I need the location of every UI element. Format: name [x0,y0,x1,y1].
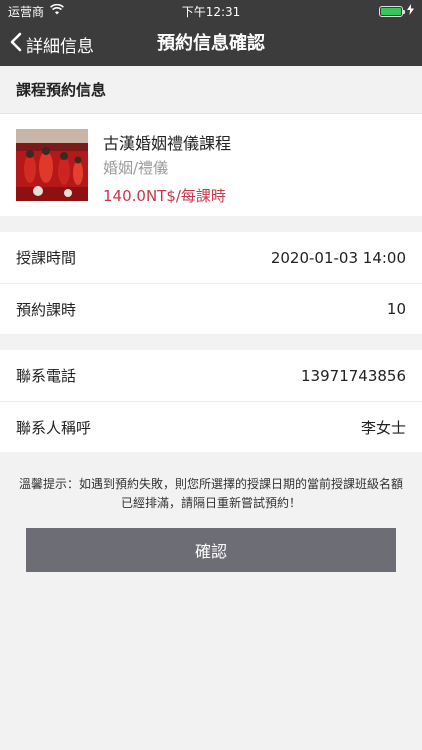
back-label: 詳細信息 [26,36,94,57]
contact-name-value: 李女士 [360,418,406,437]
battery-icon [379,5,405,17]
course-image [16,129,88,201]
carrier-label: 运营商 [8,4,45,19]
class-time-row: 授課時間 2020-01-03 14:00 [0,232,422,283]
phone-row: 聯系電話 13971743856 [0,350,422,401]
nav-bar: 詳細信息 預約信息確認 [0,22,422,66]
back-button[interactable]: 詳細信息 [10,22,94,66]
confirm-button[interactable]: 確認 [26,528,396,572]
phone-value: 13971743856 [301,366,406,385]
wifi-icon [50,3,64,18]
screen: 运营商 下午12:31 詳細信息 預約信息確認 課程預約信息 古漢婚姻禮儀課程 … [0,0,422,750]
section-title: 課程預約信息 [0,66,422,114]
course-category: 婚姻/禮儀 [103,159,169,177]
course-price: 140.0NT$/每課時 [103,187,226,205]
chevron-left-icon [10,32,22,57]
course-card[interactable]: 古漢婚姻禮儀課程 婚姻/禮儀 140.0NT$/每課時 [0,114,422,216]
class-time-label: 授課時間 [16,249,77,267]
contact-name-row: 聯系人稱呼 李女士 [0,401,422,452]
status-left: 运营商 [8,3,64,20]
status-bar: 运营商 下午12:31 [0,0,422,22]
booked-hours-value: 10 [386,300,406,318]
contact-group: 聯系電話 13971743856 聯系人稱呼 李女士 [0,350,422,452]
reminder-tip: 溫馨提示：如遇到預約失敗，則您所選擇的授課日期的當前授課班級名額已經排滿，請隔日… [18,477,403,510]
charging-icon [407,4,414,18]
booking-group: 授課時間 2020-01-03 14:00 預約課時 10 [0,232,422,334]
booked-hours-label: 預約課時 [16,300,77,319]
class-time-value: 2020-01-03 14:00 [270,248,406,267]
contact-name-label: 聯系人稱呼 [16,418,92,437]
phone-label: 聯系電話 [16,367,77,385]
battery-fill [381,7,401,15]
status-right [379,4,414,18]
booked-hours-row: 預約課時 10 [0,283,422,334]
course-name: 古漢婚姻禮儀課程 [103,134,232,153]
